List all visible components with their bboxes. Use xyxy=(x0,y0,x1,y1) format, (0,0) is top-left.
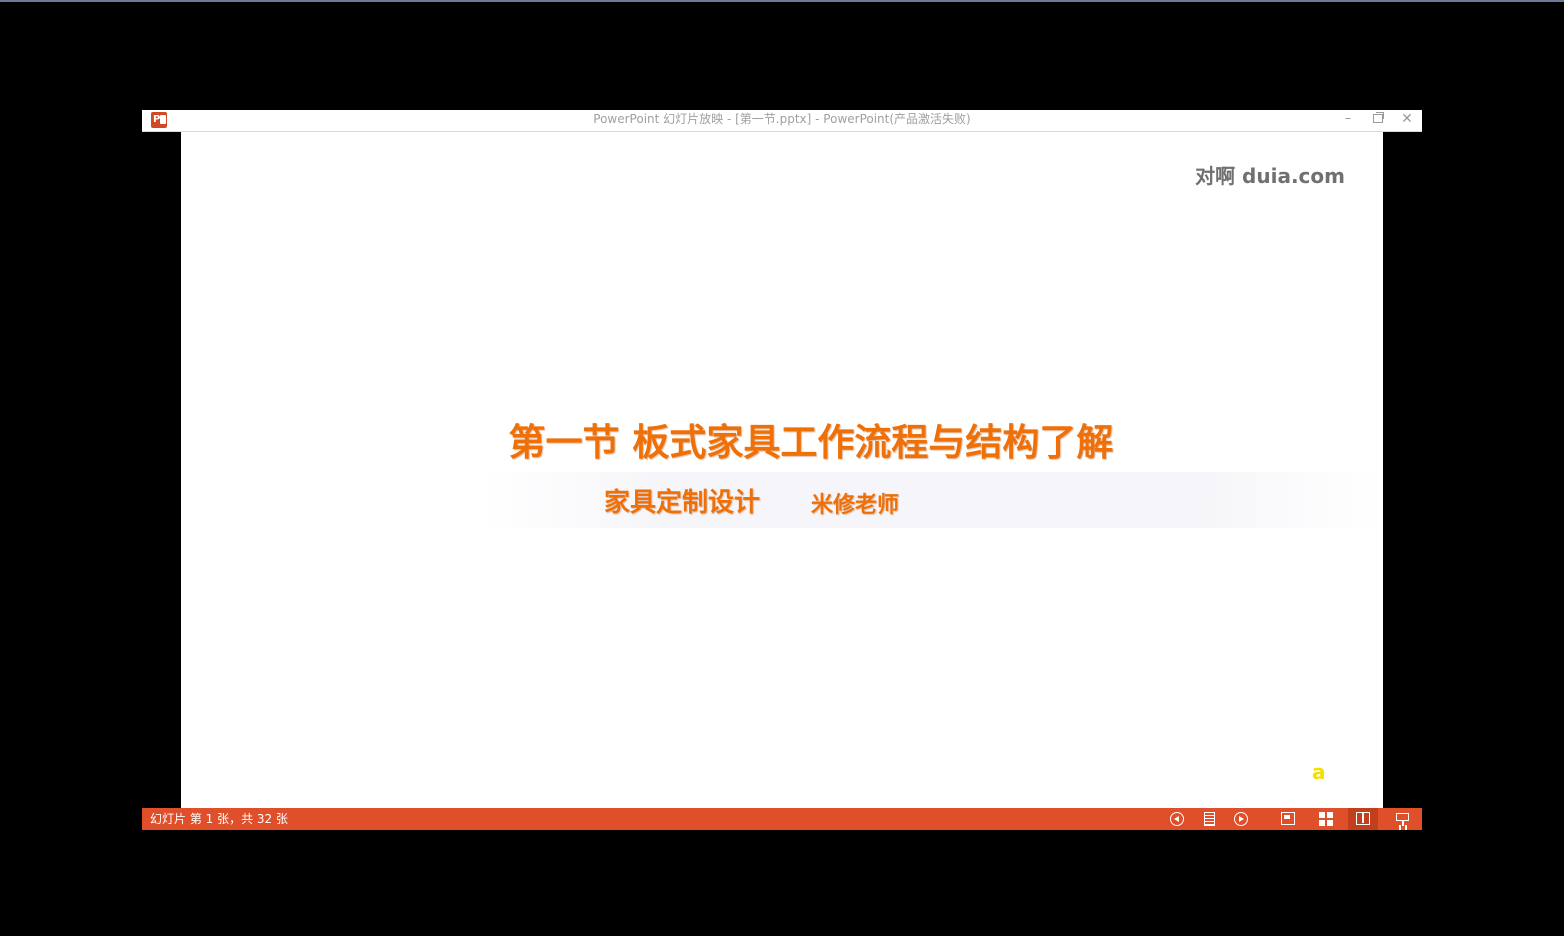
slide-show-icon[interactable] xyxy=(1396,812,1410,826)
slide-title: 第一节 板式家具工作流程与结构了解 xyxy=(508,421,1114,464)
minimize-button[interactable]: – xyxy=(1334,110,1362,130)
slide-canvas[interactable]: 对啊 duia.com 第一节 板式家具工作流程与结构了解 家具定制设计 米修老… xyxy=(181,132,1383,808)
powerpoint-window: P PowerPoint 幻灯片放映 - [第一节.pptx] - PowerP… xyxy=(142,110,1422,830)
restore-button[interactable] xyxy=(1364,110,1392,130)
reading-view-icon[interactable] xyxy=(1356,812,1370,825)
title-bar[interactable]: P PowerPoint 幻灯片放映 - [第一节.pptx] - PowerP… xyxy=(142,110,1422,132)
slide-counter: 幻灯片 第 1 张，共 32 张 xyxy=(150,812,288,826)
slide-sorter-icon[interactable] xyxy=(1319,812,1333,826)
restore-icon xyxy=(1373,112,1384,123)
slide-subtitle: 家具定制设计 xyxy=(604,488,761,518)
normal-view-icon[interactable] xyxy=(1281,812,1295,825)
status-bar: 幻灯片 第 1 张，共 32 张 xyxy=(142,808,1422,830)
window-title: PowerPoint 幻灯片放映 - [第一节.pptx] - PowerPoi… xyxy=(593,112,971,126)
teacher-name: 米修老师 xyxy=(811,493,900,518)
menu-icon[interactable] xyxy=(1204,812,1215,826)
desktop-top-edge xyxy=(0,0,1564,2)
next-icon[interactable] xyxy=(1234,812,1248,826)
corner-watermark: a xyxy=(1312,760,1326,784)
previous-icon[interactable] xyxy=(1170,812,1184,826)
close-button[interactable]: ✕ xyxy=(1393,110,1421,130)
duia-logo: 对啊 duia.com xyxy=(1195,164,1345,188)
